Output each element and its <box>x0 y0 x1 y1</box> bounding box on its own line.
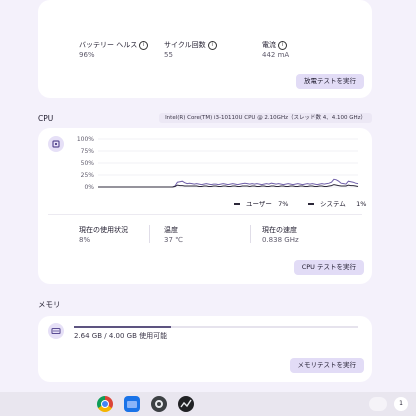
y-tick-label: 75% <box>81 148 95 155</box>
diagnostics-icon[interactable] <box>178 396 194 412</box>
divider <box>149 225 150 243</box>
y-tick-label: 100% <box>77 136 94 143</box>
battery-health-label: バッテリー ヘルス i <box>79 40 149 50</box>
memory-usage-bar <box>74 326 358 328</box>
memory-icon <box>48 323 64 339</box>
settings-icon[interactable] <box>151 396 167 412</box>
cycle-count-label: サイクル回数 i <box>164 40 217 50</box>
current-usage-label: 現在の使用状況 <box>79 226 128 234</box>
info-icon[interactable]: i <box>278 40 287 50</box>
info-icon[interactable]: i <box>207 40 217 50</box>
temperature-label: 温度 <box>164 226 178 234</box>
memory-section-title: メモリ <box>38 300 61 309</box>
y-tick-label: 50% <box>81 160 95 167</box>
current-speed-value: 0.838 GHz <box>262 236 299 244</box>
cycle-count-value: 55 <box>164 51 173 59</box>
current-usage-value: 8% <box>79 236 91 244</box>
temperature-value: 37 ℃ <box>164 236 183 244</box>
notification-badge[interactable]: 1 <box>394 397 408 411</box>
cpu-card: 100% 75% 50% 25% 0% ユーザー 7% システム 1% 現在の使用状況 … <box>38 128 372 284</box>
current-value: 442 mA <box>262 51 290 59</box>
cpu-test-button[interactable]: CPU テストを実行 <box>293 260 364 275</box>
current-speed-label: 現在の速度 <box>262 226 297 234</box>
shelf <box>0 392 416 416</box>
y-tick-label: 25% <box>81 172 95 179</box>
battery-health-value: 96% <box>79 51 95 59</box>
system-legend: システム 1% <box>308 198 366 208</box>
memory-test-button[interactable]: メモリテストを実行 <box>289 358 364 373</box>
current-label: 電流 i <box>262 40 287 50</box>
battery-card: バッテリー ヘルス i 96% サイクル回数 i 55 電流 i 442 mA 放電テ… <box>38 0 372 98</box>
y-tick-label: 0% <box>84 184 94 190</box>
memory-usage-text: 2.64 GB / 4.00 GB 使用可能 <box>74 332 168 340</box>
chrome-icon[interactable] <box>97 396 113 412</box>
cpu-section-title: CPU <box>38 114 54 123</box>
discharge-test-button[interactable]: 放電テストを実行 <box>296 74 364 89</box>
memory-card: 2.64 GB / 4.00 GB 使用可能 メモリテストを実行 <box>38 316 372 382</box>
user-legend: ユーザー 7% <box>234 198 288 208</box>
files-icon[interactable] <box>124 396 140 412</box>
status-tray[interactable] <box>369 397 387 411</box>
divider <box>250 225 251 243</box>
divider <box>48 214 362 215</box>
cpu-usage-chart: 100% 75% 50% 25% 0% <box>77 136 359 190</box>
cpu-model-chip: Intel(R) Core(TM) i3-10110U CPU @ 2.10GH… <box>159 113 372 123</box>
memory-usage-fill <box>74 326 171 328</box>
info-icon[interactable]: i <box>139 40 149 50</box>
